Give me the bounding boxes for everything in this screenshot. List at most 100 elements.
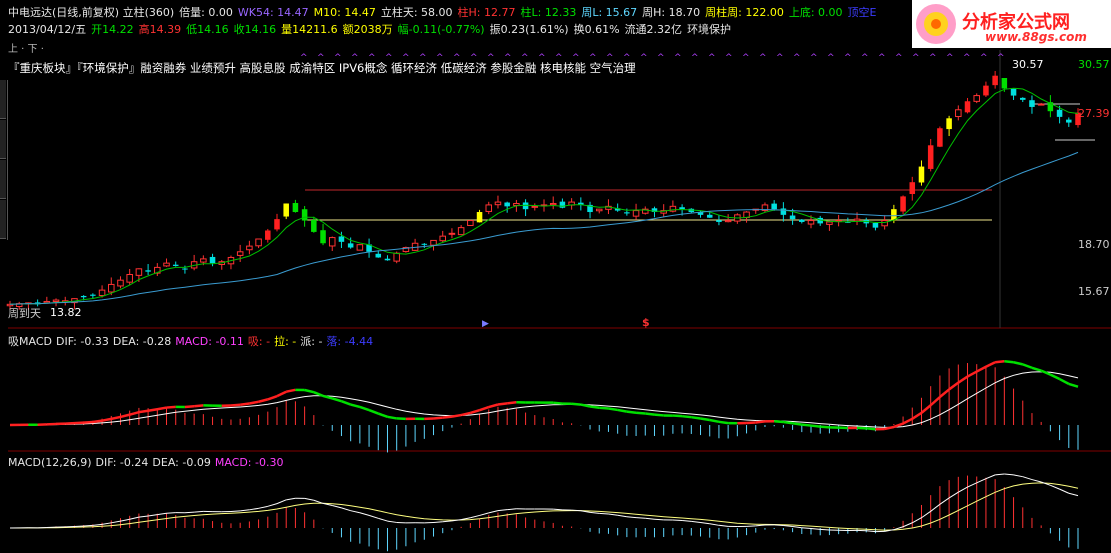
macd2-dif-line	[995, 473, 1005, 476]
macd2-dif-line	[507, 508, 517, 511]
macd2-dif-line	[497, 509, 508, 512]
macd2-dif-line	[553, 508, 563, 511]
macd1-dif-line	[746, 421, 756, 425]
macd2-dif-line	[810, 527, 821, 530]
macd2-dif-line	[286, 497, 296, 501]
left-sidebar	[0, 80, 8, 240]
macd2-dif-line	[368, 514, 379, 519]
flower-icon	[916, 4, 956, 44]
macd1-dif-line	[709, 418, 720, 424]
macd2-dif-line	[820, 528, 830, 531]
macd1-dif-line	[700, 417, 710, 422]
macd2-dif-line	[709, 523, 720, 526]
sidebar-tab-1[interactable]	[0, 80, 6, 119]
macd2-dif-line	[967, 482, 977, 488]
macd1-dif-line	[920, 404, 932, 414]
macd2-dif-line	[939, 497, 950, 505]
macd-panel-1-header: 吸MACD DIF: -0.33 DEA: -0.28 MACD: -0.11 吸: -…	[8, 333, 377, 349]
macd1-dif-line	[1004, 360, 1014, 364]
macd2-dif-line	[101, 522, 112, 525]
macd1-dif-line	[654, 413, 664, 417]
macd1-dif-line	[249, 400, 259, 405]
bar-volume: 量14211.6	[281, 23, 338, 36]
sidebar-tab-4[interactable]	[0, 200, 6, 239]
macd1-dif-line	[304, 388, 315, 394]
ind-zhul: 柱L: 12.33	[520, 6, 577, 19]
macd1-dif-line	[368, 408, 379, 415]
candle-body	[494, 201, 502, 206]
bar-info-header: 2013/04/12/五 开14.22 高14.39 低14.16 收14.16 量142…	[8, 23, 736, 37]
candle-body	[807, 220, 815, 225]
candle-body	[328, 237, 336, 247]
macd2-dif-line	[774, 524, 784, 526]
price-label-low: 13.82	[50, 306, 82, 319]
macd1-dif-line	[147, 407, 158, 412]
macd1-dif-line	[957, 375, 969, 384]
marker-tick: ^	[657, 53, 665, 63]
candle-body	[163, 262, 170, 267]
candle-body	[236, 251, 244, 256]
chart-canvas[interactable]: ^ ^ ^ ^ ^ ^ ^ ^ ^ ^ ^ ^ ^ ^ ^ ^ ^ ^ ^ ^ ^ ^ ^ ^ ^ ^ ^ ^ ^ ^ ^ ^ ^ ^ ^ ^ ^ ^ ^ ^…	[0, 0, 1111, 553]
marker-tick: ^	[759, 53, 767, 63]
candle-body	[624, 212, 630, 214]
ind-zhoul: 周L: 15.67	[581, 6, 638, 19]
sidebar-tab-2[interactable]	[0, 120, 6, 159]
macd2-dif-line	[599, 512, 609, 515]
p1-pai: 派: -	[300, 335, 323, 348]
macd1-dif-line	[267, 394, 278, 401]
macd2-dif-line	[267, 503, 278, 507]
marker-tick: ^	[691, 53, 699, 63]
macd1-dif-line	[129, 410, 140, 416]
macd2-dif-line	[359, 512, 370, 516]
macd2-dif-line	[387, 520, 397, 523]
candle-body	[209, 256, 216, 264]
candle-body	[338, 236, 345, 242]
macd2-dif-line	[341, 507, 351, 512]
up-down-nav[interactable]: 上 · 下 ·	[8, 40, 44, 55]
ind-lizhutian: 立柱天: 58.00	[380, 6, 453, 19]
macd1-dif-line	[589, 405, 600, 409]
p1-dea: DEA: -0.28	[112, 335, 172, 348]
candle-body	[126, 274, 133, 283]
bar-close: 收14.16	[233, 23, 277, 36]
macd1-dif-line	[1022, 363, 1033, 369]
macd2-dif-line	[654, 518, 664, 521]
macd1-dif-line	[276, 390, 287, 398]
candle-body	[301, 209, 308, 221]
candle-body	[90, 294, 96, 296]
marker-tick: ^	[793, 53, 801, 63]
p1-macd: MACD: -0.11	[175, 335, 244, 348]
candle-body	[927, 145, 934, 169]
price-label-top-left: 30.57	[1012, 58, 1044, 71]
marker-tick: ^	[946, 53, 954, 63]
macd1-dif-line	[65, 421, 75, 425]
macd1-dif-line	[929, 396, 941, 407]
macd1-dif-line	[488, 403, 499, 409]
macd1-dif-line	[1068, 382, 1079, 388]
macd1-dif-line	[635, 411, 646, 415]
macd2-dif-line	[571, 509, 581, 512]
macd1-dif-line	[74, 421, 84, 425]
macd2-dif-line	[230, 510, 241, 513]
macd2-dif-line	[166, 512, 176, 514]
macd2-dif-line	[792, 526, 802, 529]
p1-dif: DIF: -0.33	[55, 335, 109, 348]
macd1-dif-line	[571, 402, 581, 406]
macd2-dif-line	[608, 513, 618, 516]
ind-zhouh: 周H: 18.70	[642, 6, 701, 19]
candle-body	[283, 203, 289, 217]
candle-body	[1056, 109, 1063, 117]
macd2-dif-line	[488, 510, 499, 514]
sidebar-tab-3[interactable]	[0, 160, 6, 199]
macd2-dif-line	[83, 524, 93, 527]
candle-body	[780, 208, 787, 215]
macd2-dif-line	[184, 511, 195, 514]
candle-body	[716, 220, 722, 222]
p1-luo: 落: -4.44	[326, 335, 374, 348]
marker-tick: ^	[810, 53, 818, 63]
indicator-header: 中电远达(日线,前复权) 立柱(360) 倍量: 0.00 WK54: 14.47 M…	[8, 6, 881, 20]
macd2-dif-line	[249, 507, 259, 511]
macd2-dif-line	[718, 524, 729, 527]
macd2-dif-line	[332, 504, 342, 509]
macd1-dif-line	[230, 403, 241, 407]
